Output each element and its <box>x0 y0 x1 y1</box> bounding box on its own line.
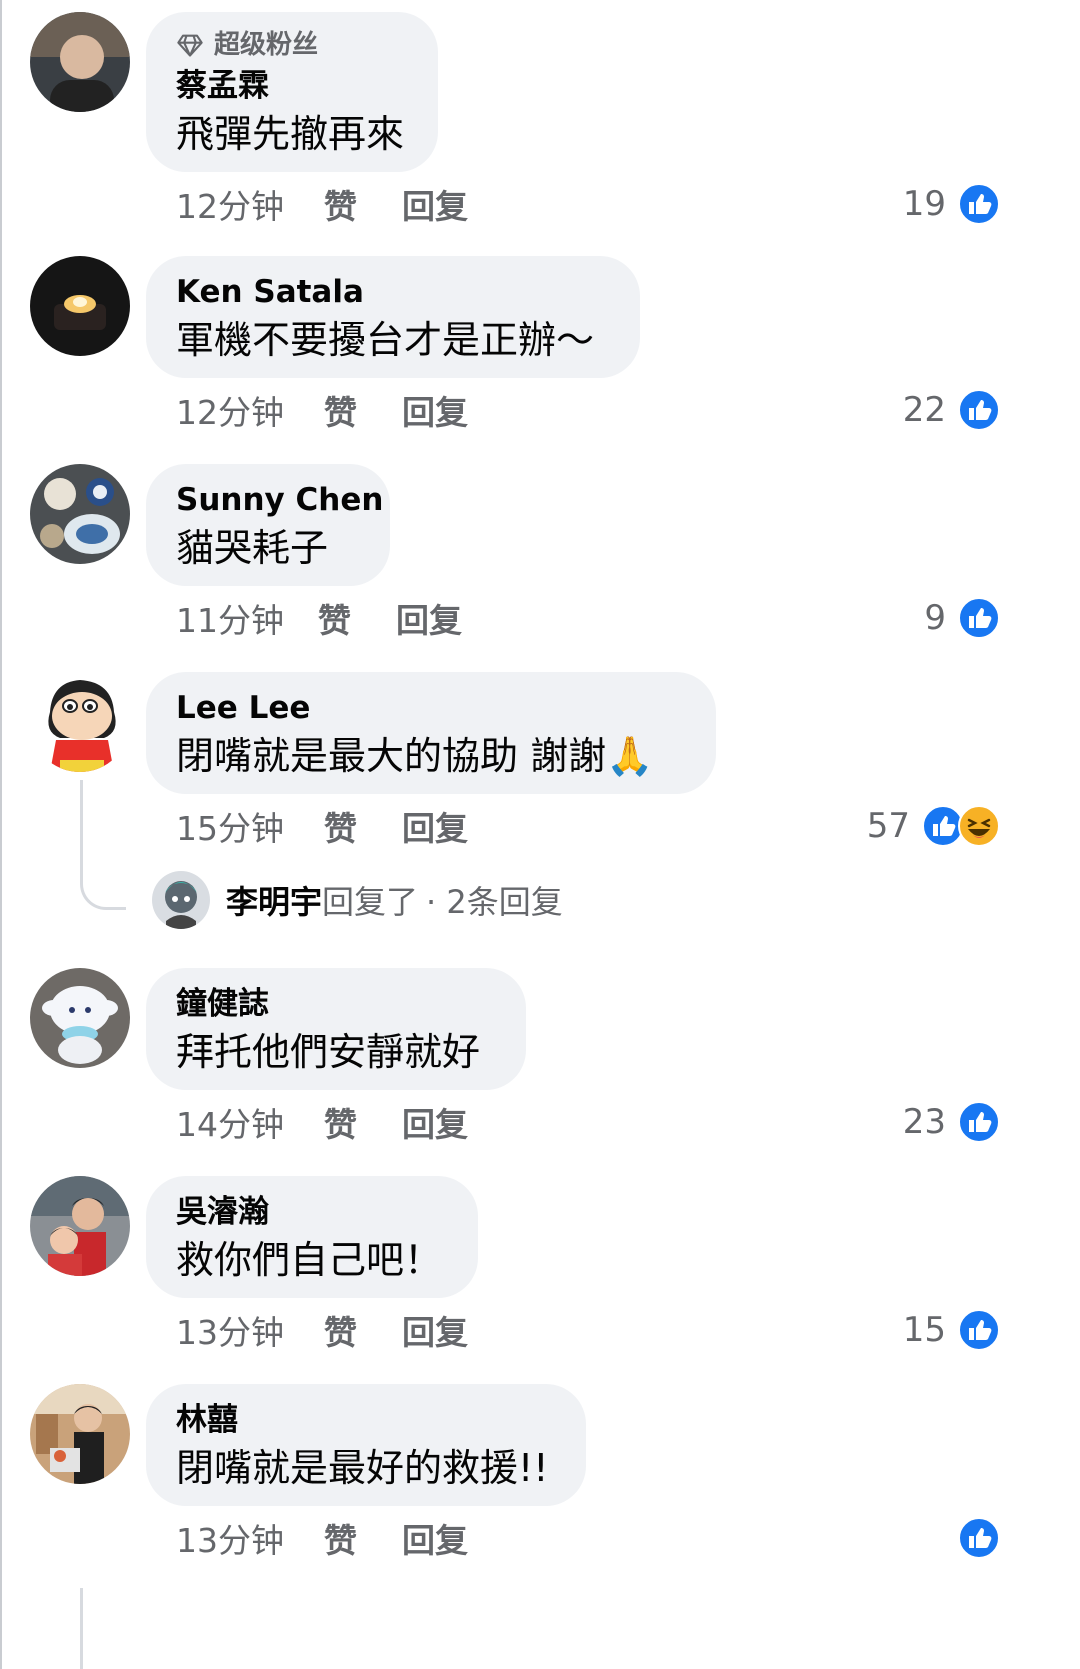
reaction-summary[interactable]: 23 <box>903 1100 1000 1144</box>
reaction-summary[interactable]: 15 <box>903 1308 1000 1352</box>
reaction-count: 57 <box>866 806 910 846</box>
reaction-count: 9 <box>924 598 946 638</box>
reply-button[interactable]: 回复 <box>402 386 468 434</box>
haha-icon <box>958 805 1000 847</box>
avatar <box>152 871 210 929</box>
like-button[interactable]: 赞 <box>318 594 396 642</box>
comment-author[interactable]: Ken Satala <box>176 272 610 312</box>
comment-bubble: 林囍 閉嘴就是最好的救援!! <box>146 1384 586 1506</box>
comment-bubble: Sunny Chen 貓哭耗子 <box>146 464 390 586</box>
comment-text: 閉嘴就是最好的救援!! <box>176 1446 549 1490</box>
comment-timestamp[interactable]: 12分钟 <box>176 180 324 228</box>
reply-button[interactable]: 回复 <box>402 1098 468 1146</box>
avatar[interactable] <box>30 1384 130 1484</box>
like-button[interactable]: 赞 <box>324 802 402 850</box>
like-icon <box>958 183 1000 225</box>
reaction-count: 19 <box>902 184 946 224</box>
comment-author[interactable]: 鐘健誌 <box>176 984 496 1024</box>
reply-button[interactable]: 回复 <box>402 1306 468 1354</box>
reaction-count: 23 <box>902 1102 946 1142</box>
view-replies-link[interactable]: 李明宇 回复了 · 2条回复 <box>152 870 563 930</box>
badge-label: 超级粉丝 <box>214 30 319 60</box>
comment-item: Sunny Chen 貓哭耗子 11分钟 赞 回复 9 <box>0 464 1080 664</box>
reaction-count: 22 <box>902 390 946 430</box>
comment-actions: 11分钟 赞 回复 <box>176 596 462 640</box>
reaction-summary[interactable]: 57 <box>867 804 1000 848</box>
reply-action: 回复了 <box>322 883 419 921</box>
avatar[interactable] <box>30 12 130 112</box>
avatar[interactable] <box>30 464 130 564</box>
comment-timestamp[interactable]: 14分钟 <box>176 1098 324 1146</box>
comment-text: 貓哭耗子 <box>176 526 329 570</box>
comment-bubble: Ken Satala 軍機不要擾台才是正辦～ <box>146 256 640 378</box>
comment-timestamp[interactable]: 13分钟 <box>176 1306 324 1354</box>
comment-timestamp[interactable]: 12分钟 <box>176 386 324 434</box>
comment-item: 吳濬瀚 救你們自己吧！ 13分钟 赞 回复 15 <box>0 1176 1080 1376</box>
comment-author[interactable]: 蔡孟霖 <box>176 66 408 106</box>
reply-button[interactable]: 回复 <box>402 1514 468 1562</box>
comment-actions: 12分钟 赞 回复 <box>176 182 468 226</box>
avatar[interactable] <box>30 1176 130 1276</box>
comment-author[interactable]: 林囍 <box>176 1400 556 1440</box>
like-button[interactable]: 赞 <box>324 180 402 228</box>
comment-author[interactable]: Sunny Chen <box>176 480 383 520</box>
like-button[interactable]: 赞 <box>324 1306 402 1354</box>
comment-actions: 15分钟 赞 回复 <box>176 804 468 848</box>
like-icon <box>958 597 1000 639</box>
comment-bubble: Lee Lee 閉嘴就是最大的協助 謝謝🙏 <box>146 672 716 794</box>
like-button[interactable]: 赞 <box>324 1514 402 1562</box>
reaction-summary[interactable]: 19 <box>903 182 1000 226</box>
reply-button[interactable]: 回复 <box>402 802 468 850</box>
comment-item: 超级粉丝 蔡孟霖 飛彈先撤再來 12分钟 赞 回复 19 <box>0 12 1080 242</box>
comment-timestamp[interactable]: 11分钟 <box>176 594 318 642</box>
comment-text: 救你們自己吧！ <box>176 1238 443 1282</box>
comment-actions: 13分钟 赞 回复 <box>176 1308 468 1352</box>
reaction-summary[interactable]: 9 <box>924 596 1000 640</box>
comment-actions: 12分钟 赞 回复 <box>176 388 468 432</box>
reaction-count: 15 <box>902 1310 946 1350</box>
reply-button[interactable]: 回复 <box>396 594 462 642</box>
comment-author[interactable]: Lee Lee <box>176 688 686 728</box>
diamond-icon <box>177 34 203 57</box>
avatar[interactable] <box>30 672 130 772</box>
reply-button[interactable]: 回复 <box>402 180 468 228</box>
like-icon <box>958 389 1000 431</box>
comment-item: 林囍 閉嘴就是最好的救援!! 13分钟 赞 回复 <box>0 1384 1080 1669</box>
comment-item: Lee Lee 閉嘴就是最大的協助 謝謝🙏 15分钟 赞 回复 57 李明宇 回… <box>0 672 1080 932</box>
comment-text: 閉嘴就是最大的協助 謝謝🙏 <box>176 734 654 778</box>
comment-bubble: 鐘健誌 拜托他們安靜就好 <box>146 968 526 1090</box>
comment-timestamp[interactable]: 13分钟 <box>176 1514 324 1562</box>
comment-text: 軍機不要擾台才是正辦～ <box>176 318 595 362</box>
comment-actions: 14分钟 赞 回复 <box>176 1100 468 1144</box>
like-icon <box>958 1101 1000 1143</box>
comment-bubble: 超级粉丝 蔡孟霖 飛彈先撤再來 <box>146 12 438 172</box>
reaction-summary[interactable] <box>946 1516 1000 1560</box>
comment-bubble: 吳濬瀚 救你們自己吧！ <box>146 1176 478 1298</box>
reply-count: · 2条回复 <box>426 883 563 921</box>
like-button[interactable]: 赞 <box>324 386 402 434</box>
avatar[interactable] <box>30 256 130 356</box>
comment-timestamp[interactable]: 15分钟 <box>176 802 324 850</box>
reaction-summary[interactable]: 22 <box>903 388 1000 432</box>
comment-item: 鐘健誌 拜托他們安靜就好 14分钟 赞 回复 23 <box>0 968 1080 1168</box>
comment-text: 拜托他們安靜就好 <box>176 1030 481 1074</box>
like-icon <box>958 1309 1000 1351</box>
reply-author: 李明宇 <box>226 883 323 921</box>
comment-actions: 13分钟 赞 回复 <box>176 1516 468 1560</box>
comment-author[interactable]: 吳濬瀚 <box>176 1192 448 1232</box>
top-fan-badge: 超级粉丝 <box>176 28 408 62</box>
like-button[interactable]: 赞 <box>324 1098 402 1146</box>
like-icon <box>958 1517 1000 1559</box>
comment-text: 飛彈先撤再來 <box>176 112 405 156</box>
comment-item: Ken Satala 軍機不要擾台才是正辦～ 12分钟 赞 回复 22 <box>0 256 1080 456</box>
avatar[interactable] <box>30 968 130 1068</box>
